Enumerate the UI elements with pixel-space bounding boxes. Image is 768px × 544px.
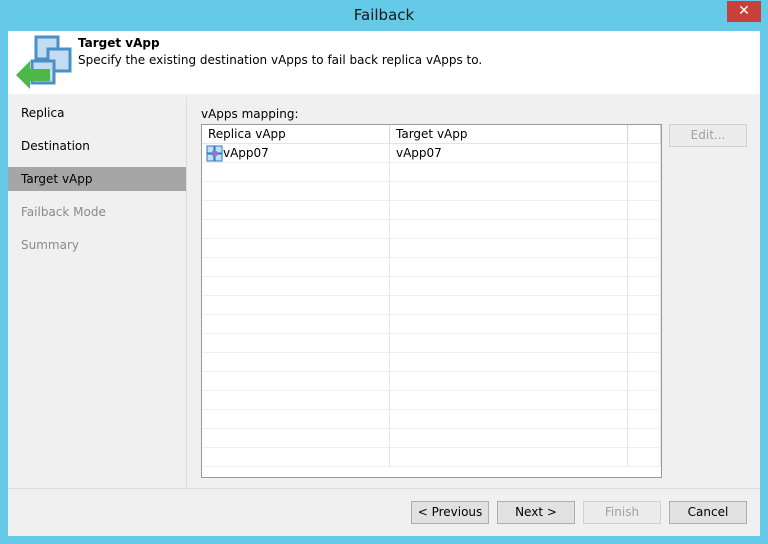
empty-cell [202, 163, 390, 181]
empty-cell [628, 163, 661, 181]
empty-row [202, 353, 661, 372]
empty-cell [202, 201, 390, 219]
empty-row [202, 448, 661, 467]
edit-button[interactable]: Edit... [669, 124, 747, 147]
empty-cell [628, 429, 661, 447]
cancel-button[interactable]: Cancel [669, 501, 747, 524]
empty-cell [628, 315, 661, 333]
empty-cell [390, 315, 628, 333]
step-replica[interactable]: Replica [8, 97, 186, 130]
previous-button[interactable]: < Previous [411, 501, 489, 524]
column-replica-vapp[interactable]: Replica vApp [202, 125, 390, 143]
empty-cell [390, 334, 628, 352]
empty-cell [202, 296, 390, 314]
step-destination[interactable]: Destination [8, 130, 186, 163]
empty-cell [628, 391, 661, 409]
empty-cell [390, 220, 628, 238]
empty-cell [390, 448, 628, 466]
table-row[interactable]: vApp07 vApp07 [202, 144, 661, 163]
cell-replica: vApp07 [202, 144, 390, 162]
empty-cell [202, 315, 390, 333]
empty-row [202, 277, 661, 296]
empty-cell [202, 353, 390, 371]
empty-row [202, 258, 661, 277]
empty-cell [628, 410, 661, 428]
empty-cell [390, 429, 628, 447]
empty-row [202, 391, 661, 410]
empty-cell [390, 353, 628, 371]
empty-cell [628, 239, 661, 257]
empty-cell [390, 163, 628, 181]
column-filler [628, 125, 661, 143]
empty-row [202, 182, 661, 201]
empty-cell [628, 296, 661, 314]
step-failback-mode: Failback Mode [21, 205, 106, 219]
empty-cell [390, 391, 628, 409]
empty-cell [390, 201, 628, 219]
empty-cell [202, 372, 390, 390]
empty-row [202, 410, 661, 429]
empty-cell [202, 391, 390, 409]
empty-rows [202, 163, 661, 467]
empty-cell [628, 448, 661, 466]
empty-cell [628, 334, 661, 352]
empty-cell [202, 410, 390, 428]
close-button[interactable]: ✕ [727, 1, 761, 22]
empty-cell [628, 258, 661, 276]
empty-cell [202, 277, 390, 295]
empty-cell [202, 448, 390, 466]
empty-cell [390, 277, 628, 295]
vapp-icon [206, 145, 223, 161]
empty-cell [202, 429, 390, 447]
empty-row [202, 220, 661, 239]
empty-cell [202, 182, 390, 200]
empty-cell [390, 239, 628, 257]
footer-divider [8, 488, 760, 489]
empty-row [202, 296, 661, 315]
empty-cell [202, 239, 390, 257]
step-description: Specify the existing destination vApps t… [78, 53, 483, 67]
replica-vapp-name: vApp07 [223, 146, 269, 160]
empty-cell [628, 372, 661, 390]
empty-cell [390, 296, 628, 314]
empty-row [202, 372, 661, 391]
empty-row [202, 201, 661, 220]
empty-row [202, 334, 661, 353]
next-button[interactable]: Next > [497, 501, 575, 524]
empty-cell [202, 220, 390, 238]
empty-cell [628, 201, 661, 219]
cell-filler [628, 144, 661, 162]
vapps-mapping-label: vApps mapping: [201, 107, 299, 121]
empty-cell [628, 277, 661, 295]
empty-cell [202, 334, 390, 352]
empty-cell [628, 182, 661, 200]
empty-row [202, 239, 661, 258]
empty-cell [628, 220, 661, 238]
table-header: Replica vApp Target vApp [202, 125, 661, 144]
wizard-frame: Target vApp Specify the existing destina… [8, 31, 760, 536]
finish-button[interactable]: Finish [583, 501, 661, 524]
step-title: Target vApp [78, 36, 160, 50]
column-target-vapp[interactable]: Target vApp [390, 125, 628, 143]
step-target-vapp[interactable]: Target vApp [8, 167, 186, 191]
step-summary: Summary [21, 238, 79, 252]
empty-row [202, 429, 661, 448]
empty-cell [390, 372, 628, 390]
empty-row [202, 315, 661, 334]
wizard-header: Target vApp Specify the existing destina… [8, 31, 760, 94]
empty-cell [202, 258, 390, 276]
window-title: Failback [353, 6, 415, 24]
empty-cell [628, 353, 661, 371]
vapps-mapping-table[interactable]: Replica vApp Target vApp vApp07 vApp07 [201, 124, 662, 478]
failback-icon [16, 35, 72, 89]
empty-cell [390, 258, 628, 276]
wizard-steps: Replica Destination Target vApp Failback… [8, 97, 187, 488]
empty-cell [390, 410, 628, 428]
empty-row [202, 163, 661, 182]
cell-target: vApp07 [390, 144, 628, 162]
empty-cell [390, 182, 628, 200]
